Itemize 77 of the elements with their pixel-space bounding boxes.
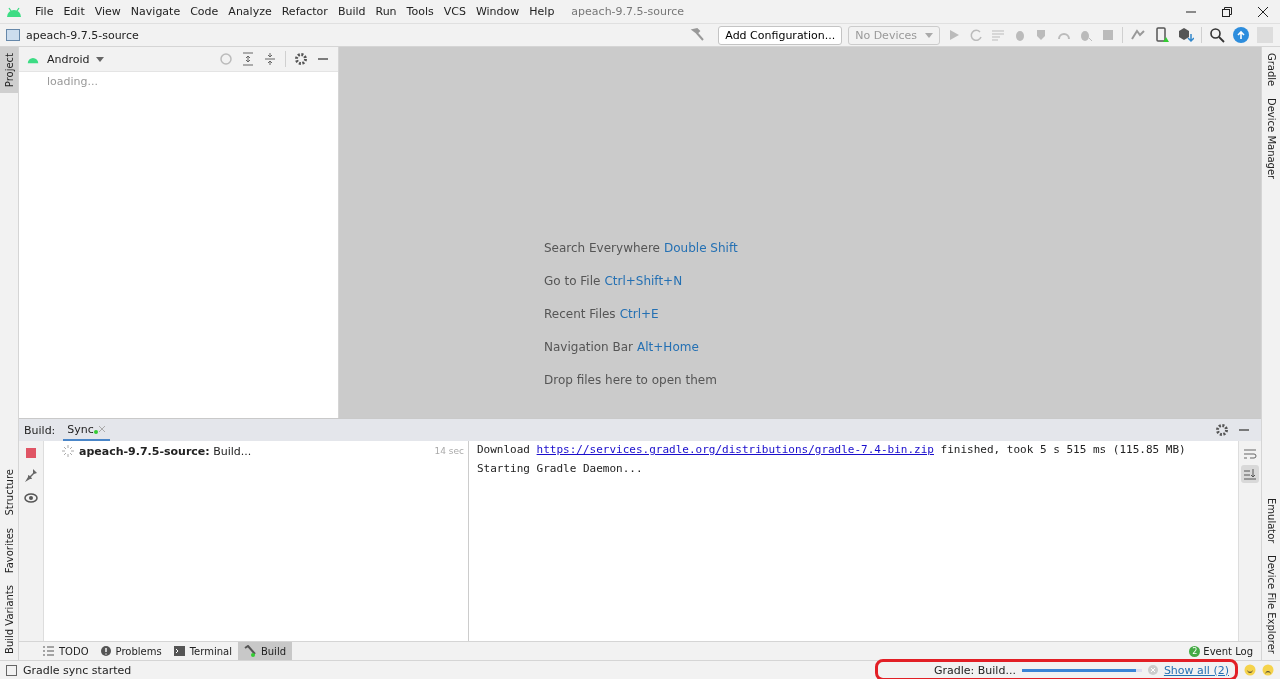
smiley-icon[interactable] — [1244, 664, 1256, 676]
android-logo-icon — [6, 5, 22, 18]
cancel-icon[interactable] — [1147, 665, 1158, 675]
menu-item[interactable]: Code — [185, 5, 224, 18]
tool-window-tab[interactable]: Device File Explorer — [1262, 549, 1280, 660]
caret-icon — [95, 56, 104, 62]
stop-icon[interactable] — [26, 448, 36, 459]
console-text: Starting Gradle Daemon... — [477, 462, 643, 476]
list-icon — [43, 646, 54, 656]
run-icon[interactable] — [947, 28, 961, 42]
menu-item[interactable]: View — [89, 5, 126, 18]
menu-item[interactable]: Edit — [58, 5, 90, 18]
tool-window-tab[interactable]: Structure — [0, 463, 18, 522]
bottom-tool-tab[interactable]: TODO — [37, 642, 95, 660]
bottom-tool-tab[interactable]: Build — [237, 642, 293, 660]
welcome-hint: Recent Files Ctrl+E — [544, 307, 659, 324]
tool-window-tab[interactable]: Favorites — [0, 521, 18, 580]
menu-item[interactable]: File — [30, 5, 59, 18]
menu-item[interactable]: Window — [470, 5, 525, 18]
project-breadcrumb[interactable]: apeach-9.7.5-source — [26, 28, 139, 42]
welcome-hint: Navigation Bar Alt+Home — [544, 340, 699, 357]
expand-all-icon[interactable] — [241, 52, 255, 66]
panel-toggle-icon[interactable] — [6, 664, 17, 676]
welcome-hint: Go to File Ctrl+Shift+N — [544, 274, 683, 291]
menu-item[interactable]: Help — [524, 5, 560, 18]
collapse-all-icon[interactable] — [263, 52, 277, 66]
console-text: Download — [477, 443, 531, 457]
scroll-to-end-button[interactable] — [1241, 465, 1259, 484]
tool-window-tab[interactable]: Project — [0, 47, 18, 94]
soft-wrap-icon[interactable] — [1243, 447, 1257, 462]
hammer-icon[interactable] — [690, 27, 707, 43]
menu-item[interactable]: Analyze — [223, 5, 277, 18]
target-icon[interactable] — [219, 52, 233, 66]
device-icon[interactable] — [1154, 27, 1170, 43]
search-icon[interactable] — [1209, 27, 1225, 43]
project-view-dropdown[interactable]: Android — [47, 52, 104, 66]
window-title: apeach-9.7.5-source — [571, 5, 685, 18]
menu-item[interactable]: Run — [370, 5, 402, 18]
update-icon[interactable] — [1233, 27, 1249, 43]
welcome-hint: Drop files here to open them — [544, 373, 717, 390]
spinner-icon — [62, 445, 74, 458]
tool-window-tab[interactable]: Gradle — [1262, 47, 1280, 93]
add-configuration-button[interactable]: Add Configuration... — [718, 25, 843, 45]
build-tree-item[interactable]: apeach-9.7.5-source: Build... — [79, 444, 252, 458]
module-icon — [6, 29, 20, 41]
bottom-tool-tab[interactable]: Terminal — [167, 642, 238, 660]
console-text: finished, took 5 s 515 ms (115.85 MB) — [939, 443, 1186, 457]
hammer-icon — [243, 645, 256, 657]
bottom-tool-tab[interactable]: Problems — [94, 642, 168, 660]
stop-icon[interactable] — [1101, 28, 1115, 42]
pin-icon[interactable] — [24, 468, 38, 483]
welcome-hint: Search Everywhere Double Shift — [544, 241, 738, 258]
restore-icon[interactable] — [1221, 5, 1233, 18]
tool-window-tab[interactable]: Emulator — [1262, 491, 1280, 550]
status-message: Gradle sync started — [23, 663, 132, 677]
show-all-link[interactable]: Show all (2) — [1163, 663, 1229, 677]
close-icon[interactable] — [1257, 5, 1269, 18]
loading-text: loading... — [46, 74, 99, 90]
tool-window-tab[interactable]: Build Variants — [0, 579, 18, 660]
caret-icon — [925, 32, 933, 38]
rerun-icon[interactable] — [969, 28, 983, 42]
menu-item[interactable]: Tools — [401, 5, 439, 18]
menu-item[interactable]: Build — [332, 5, 371, 18]
eye-icon[interactable] — [24, 492, 38, 505]
event-log-tab[interactable]: 2 Event Log — [1189, 645, 1261, 657]
menu-item[interactable]: VCS — [438, 5, 471, 18]
tool-window-tab[interactable]: Device Manager — [1262, 92, 1280, 186]
frown-icon[interactable] — [1262, 664, 1274, 676]
menu-item[interactable]: Refactor — [276, 5, 333, 18]
build-duration: 14 sec — [434, 446, 464, 457]
build-label: Build: — [24, 423, 56, 437]
progress-label: Gradle: Build... — [934, 663, 1016, 677]
terminal-icon — [173, 646, 185, 656]
download-link[interactable]: https://services.gradle.org/distributions/gradle-7.4-bin.zip — [536, 443, 934, 457]
warning-icon — [100, 646, 111, 656]
package-download-icon[interactable] — [1178, 27, 1194, 43]
menu-item[interactable]: Navigate — [125, 5, 186, 18]
